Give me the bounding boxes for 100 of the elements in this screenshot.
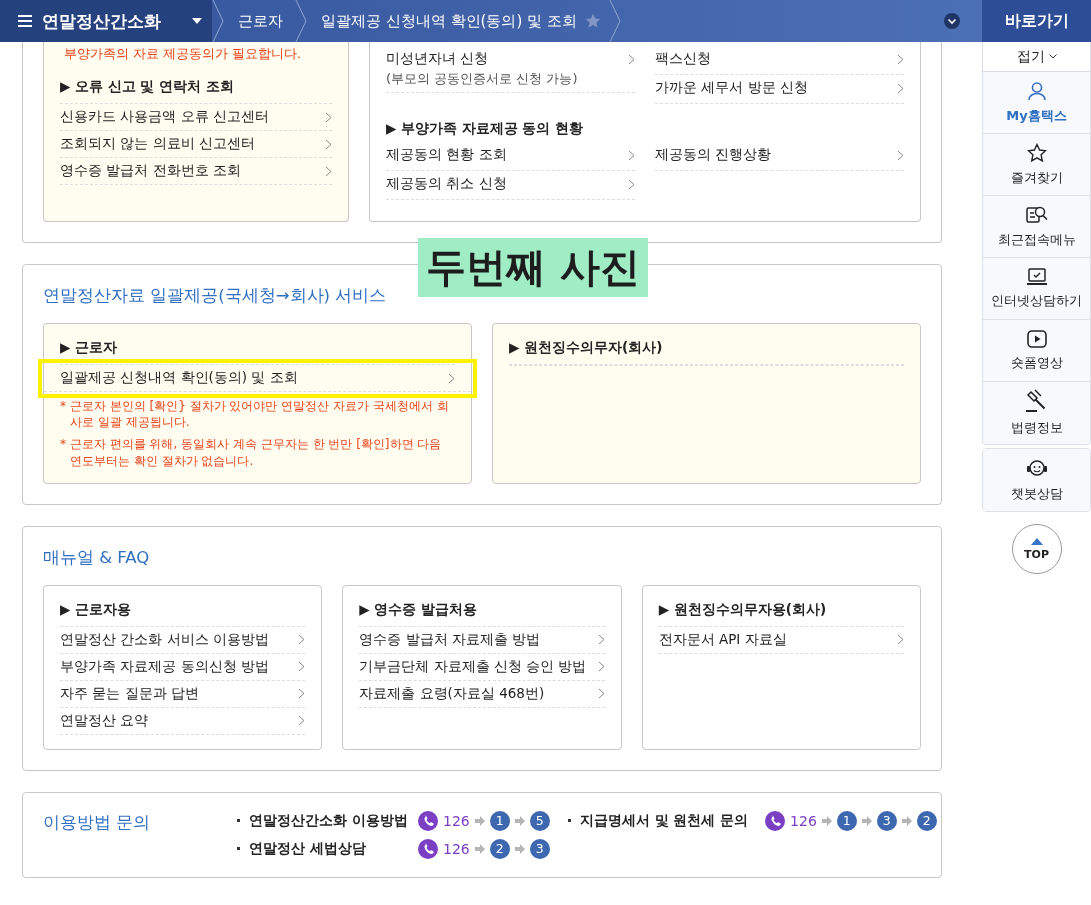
card-heading: ▶ 근로자 — [60, 334, 455, 365]
breadcrumb-link[interactable]: 근로자 — [224, 11, 295, 31]
menu-link[interactable]: 기부금단체 자료제출 신청 승인 방법 — [359, 653, 605, 681]
breadcrumb-link[interactable]: 일괄제공 신청내역 확인(동의) 및 조회 — [307, 11, 589, 31]
caret-icon — [192, 18, 202, 24]
caret-up-icon — [1030, 537, 1043, 545]
headset-icon — [1025, 457, 1048, 479]
menu-link[interactable]: 일괄제공 신청내역 확인(동의) 및 조회 — [44, 365, 471, 392]
play-icon — [1026, 329, 1047, 348]
notice-text: 부양가족의 자료 제공동의가 필요합니다. — [64, 46, 302, 63]
quick-menu-item[interactable]: 최근접속메뉴 — [983, 196, 1090, 258]
section-title: 매뉴얼 & FAQ — [43, 546, 150, 569]
step-number: 1 — [836, 810, 857, 831]
section-title: 이용방법 문의 — [43, 810, 152, 834]
chevron-icon — [597, 634, 605, 646]
phone-icon — [418, 810, 438, 831]
card-heading: ▶ 원천징수의무자용(회사) — [658, 595, 904, 627]
contact-label: 연말정산간소화 이용방법 — [249, 811, 409, 830]
chevron-icon — [597, 688, 605, 700]
card-heading: ▶ 근로자용 — [60, 595, 306, 627]
step-number: 1 — [489, 810, 510, 831]
arrow-icon — [901, 815, 912, 826]
menu-link[interactable]: 팩스신청 — [655, 46, 904, 70]
chevron-icon — [325, 111, 332, 123]
menu-icon — [18, 15, 32, 27]
chevron-icon — [628, 149, 635, 161]
arrow-icon — [474, 843, 485, 854]
chevron-icon — [325, 165, 332, 177]
chevron-icon — [325, 138, 332, 150]
menu-link[interactable]: 자주 묻는 질문과 답변 — [60, 680, 306, 708]
bullet-icon — [237, 847, 240, 851]
menu-link[interactable]: 신용카드 사용금액 오류 신고센터 — [60, 104, 332, 131]
arrow-icon — [861, 815, 872, 826]
quick-menu-title: 바로가기 — [982, 0, 1091, 42]
contact-label: 지급명세서 및 원천세 문의 — [580, 811, 749, 830]
step-number: 2 — [916, 810, 937, 831]
chevron-down-icon — [1048, 54, 1057, 59]
quick-menu-item[interactable]: 법령정보 — [983, 382, 1090, 444]
chevron-icon — [298, 661, 306, 673]
menu-link[interactable]: 미성년자녀 신청 — [386, 46, 635, 70]
card-heading: ▶ 부양가족 자료제공 동의 현황 — [386, 119, 585, 138]
section-title: 연말정산자료 일괄제공(국세청→회사) 서비스 — [43, 285, 387, 307]
card-heading: ▶ 영수증 발급처용 — [359, 595, 605, 627]
menu-link[interactable]: 제공동의 진행상황 — [655, 142, 904, 166]
chevron-icon — [897, 149, 904, 161]
person-icon — [1026, 80, 1047, 101]
chevron-icon — [897, 53, 904, 65]
chevron-icon — [448, 372, 455, 384]
phone-number: 126 — [443, 840, 470, 857]
chevron-icon — [298, 634, 306, 646]
chevron-icon — [628, 178, 635, 190]
menu-link[interactable]: 제공동의 취소 신청 — [386, 171, 635, 195]
step-number: 3 — [529, 838, 550, 859]
chevron-icon — [897, 634, 904, 646]
breadcrumb-separator-icon — [608, 0, 621, 42]
chevron-icon — [298, 688, 306, 700]
menu-link[interactable]: 자료제출 요령(자료실 468번) — [359, 680, 605, 708]
step-number: 2 — [489, 838, 510, 859]
menu-link[interactable]: 가까운 세무서 방문 신청 — [655, 75, 904, 99]
quick-menu-item[interactable]: 인터넷상담하기 — [983, 258, 1090, 320]
arrow-icon — [514, 815, 525, 826]
menu-link[interactable]: 연말정산 요약 — [60, 707, 306, 735]
menu-link[interactable]: 전자문서 API 자료실 — [658, 626, 904, 654]
star-icon — [1026, 142, 1047, 163]
note-text: * 근로자 편의를 위해, 동일회사 계속 근무자는 한 번만 [확인]하면 다음 연도부터는 확인 절차가 없습니다. — [60, 436, 443, 469]
contact-label: 연말정산 세법상담 — [249, 839, 367, 858]
menu-title-button[interactable]: 연말정산간소화 — [0, 0, 212, 42]
phone-number: 126 — [790, 812, 817, 829]
menu-link[interactable]: 조회되지 않는 의료비 신고센터 — [60, 131, 332, 158]
quick-menu-item[interactable]: 챗봇상담 — [983, 449, 1090, 511]
chevron-icon — [298, 715, 306, 727]
arrow-icon — [514, 843, 525, 854]
phone-icon — [418, 838, 438, 859]
phone-icon — [765, 810, 786, 831]
menu-link[interactable]: 제공동의 현황 조회 — [386, 142, 635, 166]
menu-link[interactable]: 부양가족 자료제공 동의신청 방법 — [60, 653, 306, 681]
star-icon[interactable] — [584, 13, 601, 29]
breadcrumb-separator-icon — [212, 0, 224, 42]
menu-link[interactable]: 영수증 발급처 전화번호 조회 — [60, 158, 332, 185]
breadcrumb-separator-icon — [295, 0, 307, 42]
top-button[interactable]: TOP — [1011, 524, 1062, 574]
quick-menu-item[interactable]: 숏폼영상 — [983, 320, 1090, 382]
menu-link[interactable]: 연말정산 간소화 서비스 이용방법 — [60, 626, 306, 654]
quick-menu-item[interactable]: My홈택스 — [983, 72, 1090, 134]
note-text: * 근로자 본인의 [확인} 절차가 있어야만 연말정산 자료가 국세청에서 회사로 일괄 제공됩니다. — [60, 398, 450, 431]
dropdown-icon[interactable] — [944, 13, 960, 29]
card-heading: ▶ 원천징수의무자(회사) — [509, 334, 904, 365]
step-number: 3 — [876, 810, 897, 831]
arrow-icon — [474, 815, 485, 826]
chevron-icon — [897, 82, 904, 94]
quick-menu-item[interactable]: 즐겨찾기 — [983, 134, 1090, 196]
card-heading: ▶ 오류 신고 및 연락처 조회 — [60, 73, 332, 104]
collapse-button[interactable]: 접기 — [982, 42, 1091, 72]
step-number: 5 — [529, 810, 550, 831]
bullet-icon — [568, 819, 571, 823]
phone-number: 126 — [443, 812, 470, 829]
arrow-icon — [821, 815, 832, 826]
chevron-icon — [597, 661, 605, 673]
menu-link[interactable]: 영수증 발급처 자료제출 방법 — [359, 626, 605, 654]
link-note: (부모의 공동인증서로 신청 가능) — [386, 70, 579, 88]
